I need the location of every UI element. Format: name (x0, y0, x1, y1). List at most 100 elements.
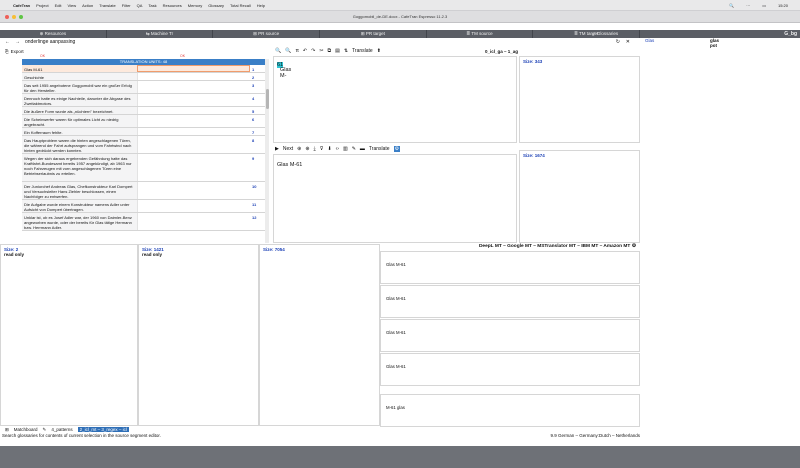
zoom-in-icon[interactable]: 🔍 (275, 48, 281, 54)
menu-action[interactable]: Action (82, 3, 93, 8)
menu-glossary[interactable]: Glossary (208, 3, 224, 8)
mt-result[interactable]: M-61 glas (380, 394, 640, 427)
tab-machine-translation[interactable]: ⇆ Machine Tr (107, 30, 214, 38)
menu-edit[interactable]: Edit (55, 3, 62, 8)
note-icon[interactable]: ▥ (343, 146, 348, 152)
menu-task[interactable]: Task (148, 3, 156, 8)
glossary-translation[interactable]: pot (710, 43, 717, 48)
menu-translate[interactable]: Translate (99, 3, 116, 8)
undo-icon[interactable]: ↶ (303, 48, 307, 54)
export-button[interactable]: Export (11, 49, 24, 54)
segment-source[interactable]: Geschichte (22, 73, 137, 80)
target-segment-editor[interactable]: Glas M-61 (273, 154, 517, 243)
tab-patterns[interactable]: 4_patterns (51, 427, 72, 432)
segment-target[interactable] (137, 213, 250, 230)
comment-icon[interactable]: ▬ (360, 146, 365, 152)
tab-glossaries[interactable]: ✓ Glossaries (570, 30, 640, 38)
tab-pr-source[interactable]: ⊞ PR source (213, 30, 321, 38)
segment-row[interactable]: Wegen der sich daraus ergebenden Gefährd… (22, 154, 265, 182)
tag-icon[interactable]: ‹› (336, 146, 339, 152)
menu-help[interactable]: Help (257, 3, 265, 8)
segment-source[interactable]: Das seit 1955 angebotene Goggomobil war … (22, 81, 137, 93)
menu-view[interactable]: View (67, 3, 76, 8)
menu-memory[interactable]: Memory (188, 3, 202, 8)
battery-icon[interactable]: ▭ (762, 3, 766, 8)
segment-row[interactable]: Die äußere Form wurde als „nüchtern" bez… (22, 107, 265, 115)
segment-source[interactable]: Die Scheinwerfer waren für optimales Lic… (22, 115, 137, 127)
target-translate-button[interactable]: Translate (369, 146, 390, 152)
add-icon[interactable]: ⊕ (297, 146, 301, 152)
segment-source[interactable]: Wegen der sich daraus ergebenden Gefährd… (22, 154, 137, 181)
cut-icon[interactable]: ✂ (319, 48, 323, 54)
segment-row[interactable]: Unklar ist, ob es Josef Adler war, der 1… (22, 213, 265, 231)
menu-filter[interactable]: Filter (122, 3, 131, 8)
close-icon[interactable]: ✕ (626, 39, 630, 45)
pin-icon[interactable]: ⬆ (377, 48, 381, 54)
segment-row[interactable]: Glas M-61 1 (22, 65, 265, 73)
mt-result[interactable]: Glas M-61 (380, 319, 640, 352)
segment-source[interactable]: Ein Kofferraum fehlte. (22, 128, 137, 135)
segment-target[interactable] (137, 182, 250, 199)
tab-matchboard[interactable]: Matchboard (14, 427, 38, 432)
segment-target[interactable] (137, 107, 250, 114)
pencil-icon[interactable]: ✎ (352, 146, 356, 152)
more-icon[interactable]: ··· (746, 3, 750, 8)
segment-row[interactable]: Geschichte 2 (22, 73, 265, 81)
glossary-term[interactable]: Glas (645, 38, 654, 43)
tab-tm-source[interactable]: ≣ TM source (427, 30, 534, 38)
refresh-icon[interactable]: ↻ (616, 39, 620, 45)
segment-target[interactable] (137, 81, 250, 93)
next-icon[interactable]: ▶ (275, 146, 279, 152)
paste-icon[interactable]: ▤ (335, 48, 340, 54)
case-icon[interactable]: ⇅ (344, 48, 348, 54)
menu-resources[interactable]: Resources (163, 3, 182, 8)
segment-target[interactable] (137, 200, 250, 212)
down-icon[interactable]: ⤓ (314, 146, 316, 152)
insert-icon[interactable]: ⊕ (305, 146, 309, 152)
translate-button[interactable]: Translate (352, 48, 373, 54)
segment-row[interactable]: Die Aufgabe wurde einem Konstrukteur nam… (22, 200, 265, 213)
menu-total-recall[interactable]: Total Recall (230, 3, 251, 8)
segment-source[interactable]: Dennoch hatte es einige Nachteile, darun… (22, 94, 137, 106)
gear-icon[interactable]: ⚙ (632, 244, 636, 249)
pilcrow-icon[interactable]: π (295, 48, 298, 54)
settings-badge-icon[interactable]: ⚙ (393, 146, 401, 152)
move-down-icon[interactable]: ⬇ (327, 146, 331, 152)
segment-target[interactable] (137, 154, 250, 181)
segment-scrollbar[interactable] (265, 59, 269, 243)
tab-pr-target[interactable]: ⊞ PR target (320, 30, 427, 38)
next-button[interactable]: Next (283, 146, 293, 152)
zoom-out-icon[interactable]: 🔍 (285, 48, 291, 54)
segment-row[interactable]: Dennoch hatte es einige Nachteile, darun… (22, 94, 265, 107)
source-segment-editor[interactable]: Glas M- 61 (273, 56, 517, 143)
redo-icon[interactable]: ↷ (311, 48, 315, 54)
segment-source[interactable]: Unklar ist, ob es Josef Adler war, der 1… (22, 213, 137, 230)
segment-row[interactable]: Das seit 1955 angebotene Goggomobil war … (22, 81, 265, 94)
segment-source[interactable]: Die Aufgabe wurde einem Konstrukteur nam… (22, 200, 137, 212)
tab-active-resources[interactable]: 2_icl_mt – 3_regex – icl (77, 427, 129, 432)
segment-target[interactable] (137, 128, 250, 135)
segment-target[interactable] (137, 94, 250, 106)
segment-target[interactable] (137, 73, 250, 80)
segment-target[interactable] (137, 136, 250, 153)
copy-icon[interactable]: ⧉ (328, 48, 332, 54)
menu-project[interactable]: Project (36, 3, 48, 8)
segment-target[interactable] (137, 65, 250, 72)
tab-resources[interactable]: ⊕ Resources (0, 30, 107, 38)
filter-icon[interactable]: ⊽ (320, 146, 324, 152)
segment-row[interactable]: Die Scheinwerfer waren für optimales Lic… (22, 115, 265, 128)
segment-row[interactable]: Ein Kofferraum fehlte. 7 (22, 128, 265, 136)
segment-source[interactable]: Der Juniorchef Andreas Glas, Chefkonstru… (22, 182, 137, 199)
segment-target[interactable] (137, 115, 250, 127)
search-icon[interactable]: 🔍 (729, 3, 734, 8)
back-arrow-icon[interactable]: ← (5, 39, 10, 45)
segment-source[interactable]: Das Hauptproblem waren die hinten angesc… (22, 136, 137, 153)
scroll-thumb[interactable] (265, 89, 269, 109)
app-menu[interactable]: CafeTran (13, 3, 30, 8)
segment-source[interactable]: Die äußere Form wurde als „nüchtern" bez… (22, 107, 137, 114)
mt-result[interactable]: Glas M-61 (380, 251, 640, 284)
segment-row[interactable]: Der Juniorchef Andreas Glas, Chefkonstru… (22, 182, 265, 200)
forward-arrow-icon[interactable]: → (15, 39, 20, 45)
mt-result[interactable]: Glas M-61 (380, 285, 640, 318)
segment-source[interactable]: Glas M-61 (22, 65, 137, 72)
